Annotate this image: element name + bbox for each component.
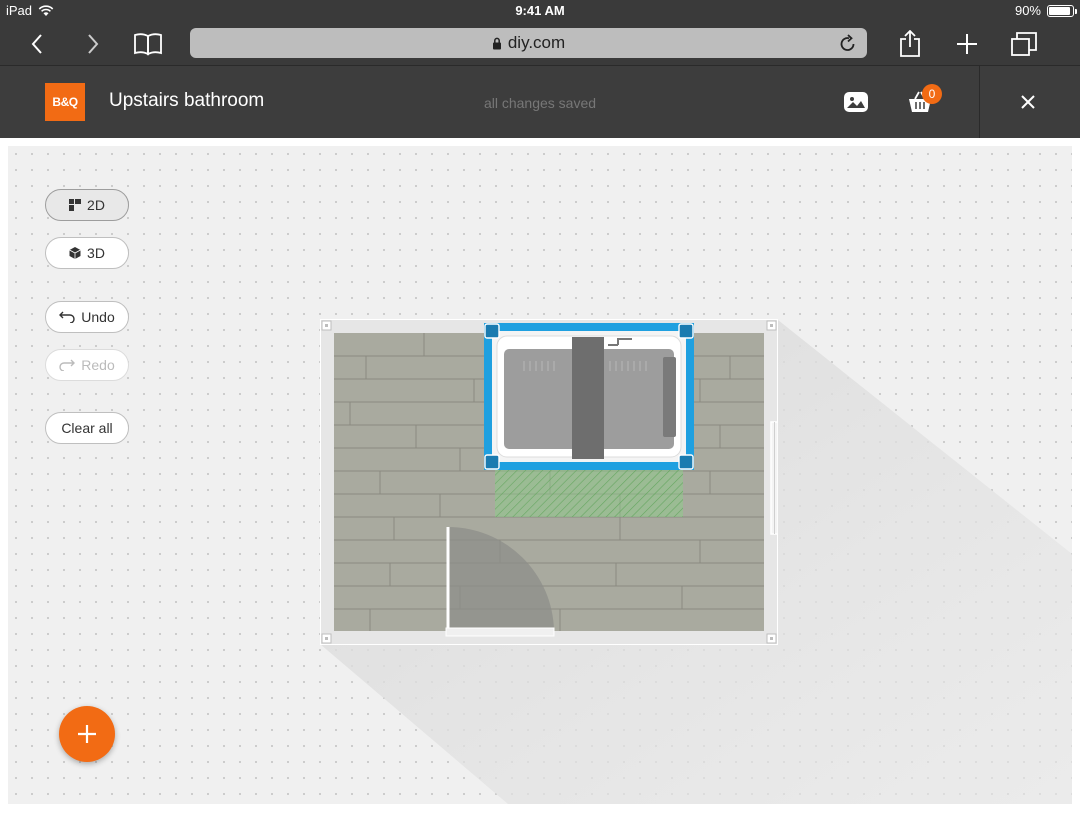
url-text: diy.com [507, 33, 566, 52]
grid-2d-icon [69, 199, 82, 211]
header-divider [979, 66, 980, 138]
reload-icon[interactable] [839, 33, 857, 53]
resize-handle-top-left[interactable] [484, 323, 500, 339]
new-tab-icon [957, 34, 977, 54]
resize-handle-bottom-left[interactable] [484, 454, 500, 470]
floor-plan[interactable] [320, 319, 778, 645]
battery-icon [1047, 4, 1077, 17]
resize-handle-bottom-right[interactable] [678, 454, 694, 470]
bookmarks-icon [134, 33, 162, 56]
add-icon [78, 725, 96, 743]
bath-clearance-zone [495, 469, 683, 517]
cube-3d-icon [69, 247, 81, 259]
undo-icon [59, 311, 75, 323]
share-button[interactable] [894, 28, 926, 60]
lock-icon [492, 37, 501, 49]
back-icon [31, 34, 42, 54]
resize-handle-top-right[interactable] [678, 323, 694, 339]
app-header: B&Q Upstairs bathroom all changes saved … [0, 66, 1080, 138]
battery-percent: 90% [1014, 3, 1041, 18]
basket-count-badge: 0 [922, 84, 942, 104]
gallery-button[interactable] [843, 91, 869, 113]
view-2d-button[interactable]: 2D [45, 189, 129, 221]
undo-label: Undo [81, 309, 115, 325]
clear-all-button[interactable]: Clear all [45, 412, 129, 444]
clock: 9:41 AM [515, 3, 565, 18]
back-button[interactable] [21, 28, 53, 60]
bath-headrest [663, 357, 676, 437]
bath-support-bar [572, 337, 604, 459]
new-tab-button[interactable] [951, 28, 983, 60]
redo-button[interactable]: Redo [45, 349, 129, 381]
undo-button[interactable]: Undo [45, 301, 129, 333]
bookmarks-button[interactable] [132, 28, 164, 60]
forward-icon [88, 34, 99, 54]
view-3d-button[interactable]: 3D [45, 237, 129, 269]
add-item-button[interactable] [59, 706, 115, 762]
gallery-icon [844, 92, 868, 112]
view-2d-label: 2D [87, 197, 105, 213]
tabs-button[interactable] [1008, 28, 1040, 60]
bathtub[interactable] [484, 323, 694, 470]
address-bar[interactable]: diy.com [190, 28, 867, 58]
browser-toolbar: diy.com [0, 22, 1080, 66]
redo-label: Redo [81, 357, 115, 373]
close-icon [1021, 95, 1035, 109]
close-button[interactable] [1014, 88, 1042, 116]
tabs-icon [1011, 32, 1037, 56]
status-bar: iPad 9:41 AM 90% [0, 0, 1080, 22]
door-opening[interactable] [445, 627, 555, 637]
redo-icon [59, 359, 76, 371]
view-3d-label: 3D [87, 245, 105, 261]
forward-button[interactable] [77, 28, 109, 60]
clear-all-label: Clear all [61, 420, 113, 436]
share-icon [900, 30, 920, 57]
design-canvas[interactable]: 2D 3D Undo Redo Clear all [8, 146, 1072, 804]
